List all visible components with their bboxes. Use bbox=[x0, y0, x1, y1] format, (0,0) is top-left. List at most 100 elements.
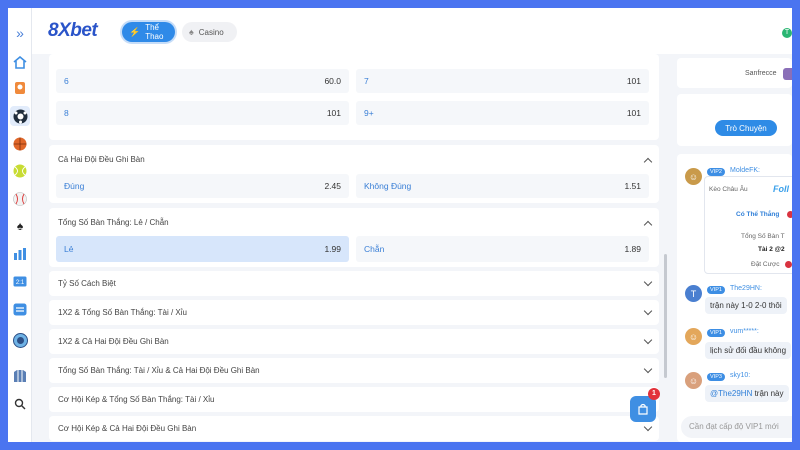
odd-value: 60.0 bbox=[324, 76, 341, 86]
chat-username: sky10: bbox=[730, 372, 751, 379]
odd-button[interactable]: Không Đúng 1.51 bbox=[356, 174, 649, 198]
stats-icon[interactable] bbox=[10, 244, 30, 264]
mention[interactable]: @The29HN bbox=[710, 389, 752, 398]
tennis-icon[interactable] bbox=[10, 161, 30, 181]
odd-value: 2.45 bbox=[324, 181, 341, 191]
bet-card-type: Kèo Châu Âu bbox=[709, 186, 748, 193]
avatar: T bbox=[685, 285, 702, 302]
chat-messages: ☺ VIP2 MoldeFK: Kèo Châu Âu Foll Có Thể … bbox=[677, 154, 792, 442]
shared-bet-card[interactable]: Kèo Châu Âu Foll Có Thể Thắng Tổng Số Bà… bbox=[704, 176, 792, 274]
odd-value: 1.99 bbox=[324, 244, 341, 254]
vip-badge: VIP2 bbox=[707, 168, 725, 176]
odd-label: Chẵn bbox=[364, 244, 385, 254]
odd-button[interactable]: 9+ 101 bbox=[356, 101, 649, 125]
odd-label: 7 bbox=[364, 76, 369, 86]
svg-text:2:1: 2:1 bbox=[16, 280, 25, 286]
bet-card-result: Có Thể Thắng bbox=[736, 211, 780, 218]
tab-sports-label: Thể Thao bbox=[145, 23, 164, 41]
market-title: Tỷ Số Cách Biệt bbox=[58, 279, 116, 288]
odd-value: 101 bbox=[626, 76, 641, 86]
trophy-icon[interactable] bbox=[10, 78, 30, 98]
chat-username: The29HN: bbox=[730, 285, 762, 292]
list-icon[interactable] bbox=[10, 299, 30, 319]
market-title: Tổng Số Bàn Thắng: Tài / Xỉu & Cả Hai Độ… bbox=[58, 366, 260, 375]
odd-label: Không Đúng bbox=[364, 181, 412, 191]
basketball-icon[interactable] bbox=[10, 134, 30, 154]
chevron-down-icon[interactable] bbox=[643, 277, 653, 287]
avatar: ☺ bbox=[685, 372, 702, 389]
avatar: ☺ bbox=[685, 168, 702, 185]
main-scrollbar[interactable] bbox=[664, 254, 667, 378]
market-title: Cả Hai Đội Đều Ghi Bàn bbox=[58, 155, 145, 164]
user-avatar[interactable]: T bbox=[782, 28, 792, 38]
team-name: Sanfrecce bbox=[745, 70, 777, 77]
status-dot bbox=[787, 211, 792, 218]
odd-value: 1.89 bbox=[624, 244, 641, 254]
chevron-down-icon[interactable] bbox=[643, 422, 653, 432]
market-row-collapsed[interactable]: 1X2 & Tổng Số Bàn Thắng: Tài / Xỉu bbox=[49, 300, 659, 325]
market-row-collapsed[interactable]: Cơ Hội Kép & Tổng Số Bàn Thắng: Tài / Xỉ… bbox=[49, 387, 659, 412]
cards-icon[interactable]: ♠ bbox=[10, 216, 30, 236]
chevron-down-icon[interactable] bbox=[643, 306, 653, 316]
chat-message: trận này 1-0 2-0 thôi bbox=[705, 297, 787, 314]
brand-logo[interactable]: 8Xbet bbox=[48, 20, 98, 42]
odd-label: 9+ bbox=[364, 108, 374, 118]
bag-icon bbox=[638, 403, 648, 415]
baseball-icon[interactable] bbox=[10, 189, 30, 209]
market-row-collapsed[interactable]: 1X2 & Cả Hai Đội Đều Ghi Bàn bbox=[49, 329, 659, 354]
chevron-up-icon[interactable] bbox=[643, 157, 653, 167]
expand-icon[interactable]: » bbox=[10, 23, 30, 43]
team-logo-icon bbox=[783, 68, 792, 80]
tab-casino-label: Casino bbox=[198, 27, 224, 37]
market-card-btts: Cả Hai Đội Đều Ghi Bàn Đúng 2.45 Không Đ… bbox=[49, 145, 659, 203]
team-header: Sanfrecce bbox=[677, 58, 792, 88]
search-icon[interactable] bbox=[10, 394, 30, 414]
market-card-odd-even: Tổng Số Bàn Thắng: Lẻ / Chẵn Lẻ 1.99 Chẵ… bbox=[49, 208, 659, 267]
market-card-correct-score: 6 60.0 7 101 8 101 9+ 101 bbox=[49, 54, 659, 140]
chat-message: lịch sử đối đầu không bbox=[705, 342, 792, 359]
chat-username: vum*****: bbox=[730, 328, 759, 335]
odd-label: 8 bbox=[64, 108, 69, 118]
scoreboard-icon[interactable]: 2:1 bbox=[10, 271, 30, 291]
follow-label[interactable]: Foll bbox=[773, 184, 789, 194]
odd-button[interactable]: 6 60.0 bbox=[56, 69, 349, 93]
jersey-icon[interactable] bbox=[10, 366, 30, 386]
market-row-collapsed[interactable]: Tỷ Số Cách Biệt bbox=[49, 271, 659, 296]
odd-button[interactable]: Chẵn 1.89 bbox=[356, 236, 649, 262]
bet-card-market: Tổng Số Bàn T bbox=[741, 233, 785, 240]
vip-badge: VIP1 bbox=[707, 286, 725, 294]
odd-label: 6 bbox=[64, 76, 69, 86]
odd-value: 101 bbox=[626, 108, 641, 118]
market-title: 1X2 & Tổng Số Bàn Thắng: Tài / Xỉu bbox=[58, 308, 187, 317]
market-title: Cơ Hội Kép & Cả Hai Đội Đều Ghi Bàn bbox=[58, 424, 197, 433]
home-icon[interactable] bbox=[10, 52, 30, 72]
chevron-down-icon[interactable] bbox=[643, 335, 653, 345]
bet-card-stake: Đặt Cược bbox=[751, 261, 780, 268]
chevron-up-icon[interactable] bbox=[643, 220, 653, 230]
market-row-collapsed[interactable]: Cơ Hội Kép & Cả Hai Đội Đều Ghi Bàn bbox=[49, 416, 659, 441]
spade-icon: ♠ bbox=[189, 27, 194, 37]
market-row-collapsed[interactable]: Tổng Số Bàn Thắng: Tài / Xỉu & Cả Hai Độ… bbox=[49, 358, 659, 383]
chevron-down-icon[interactable] bbox=[643, 364, 653, 374]
chat-button[interactable]: Trò Chuyện bbox=[715, 120, 777, 136]
tab-sports[interactable]: ⚡ Thể Thao bbox=[122, 22, 175, 42]
chat-message: @The29HN trận này bbox=[705, 385, 789, 402]
odd-label: Lẻ bbox=[64, 244, 74, 254]
odd-button-selected[interactable]: Lẻ 1.99 bbox=[56, 236, 349, 262]
markets-panel: 6 60.0 7 101 8 101 9+ 101 Cả Hai Đội Đều… bbox=[49, 54, 659, 442]
odd-button[interactable]: 7 101 bbox=[356, 69, 649, 93]
app-frame: » ♠ 2:1 8Xbet ⚡ Thể Thao ♠ Casino T 6 60… bbox=[8, 8, 792, 442]
vip-badge: VIP1 bbox=[707, 329, 725, 337]
soccer-icon[interactable] bbox=[10, 106, 30, 126]
odd-button[interactable]: 8 101 bbox=[56, 101, 349, 125]
chat-toggle-box: Trò Chuyện bbox=[677, 94, 792, 146]
tab-casino[interactable]: ♠ Casino bbox=[182, 22, 237, 42]
odd-button[interactable]: Đúng 2.45 bbox=[56, 174, 349, 198]
market-title: 1X2 & Cả Hai Đội Đều Ghi Bàn bbox=[58, 337, 169, 346]
club-icon[interactable] bbox=[10, 330, 30, 350]
chat-input[interactable]: Cần đạt cấp độ VIP1 mới bbox=[681, 416, 792, 438]
market-title: Tổng Số Bàn Thắng: Lẻ / Chẵn bbox=[58, 218, 169, 227]
vip-badge: VIP3 bbox=[707, 373, 725, 381]
bet-slip-count-badge: 1 bbox=[648, 388, 660, 400]
message-text: trận này bbox=[752, 389, 784, 398]
